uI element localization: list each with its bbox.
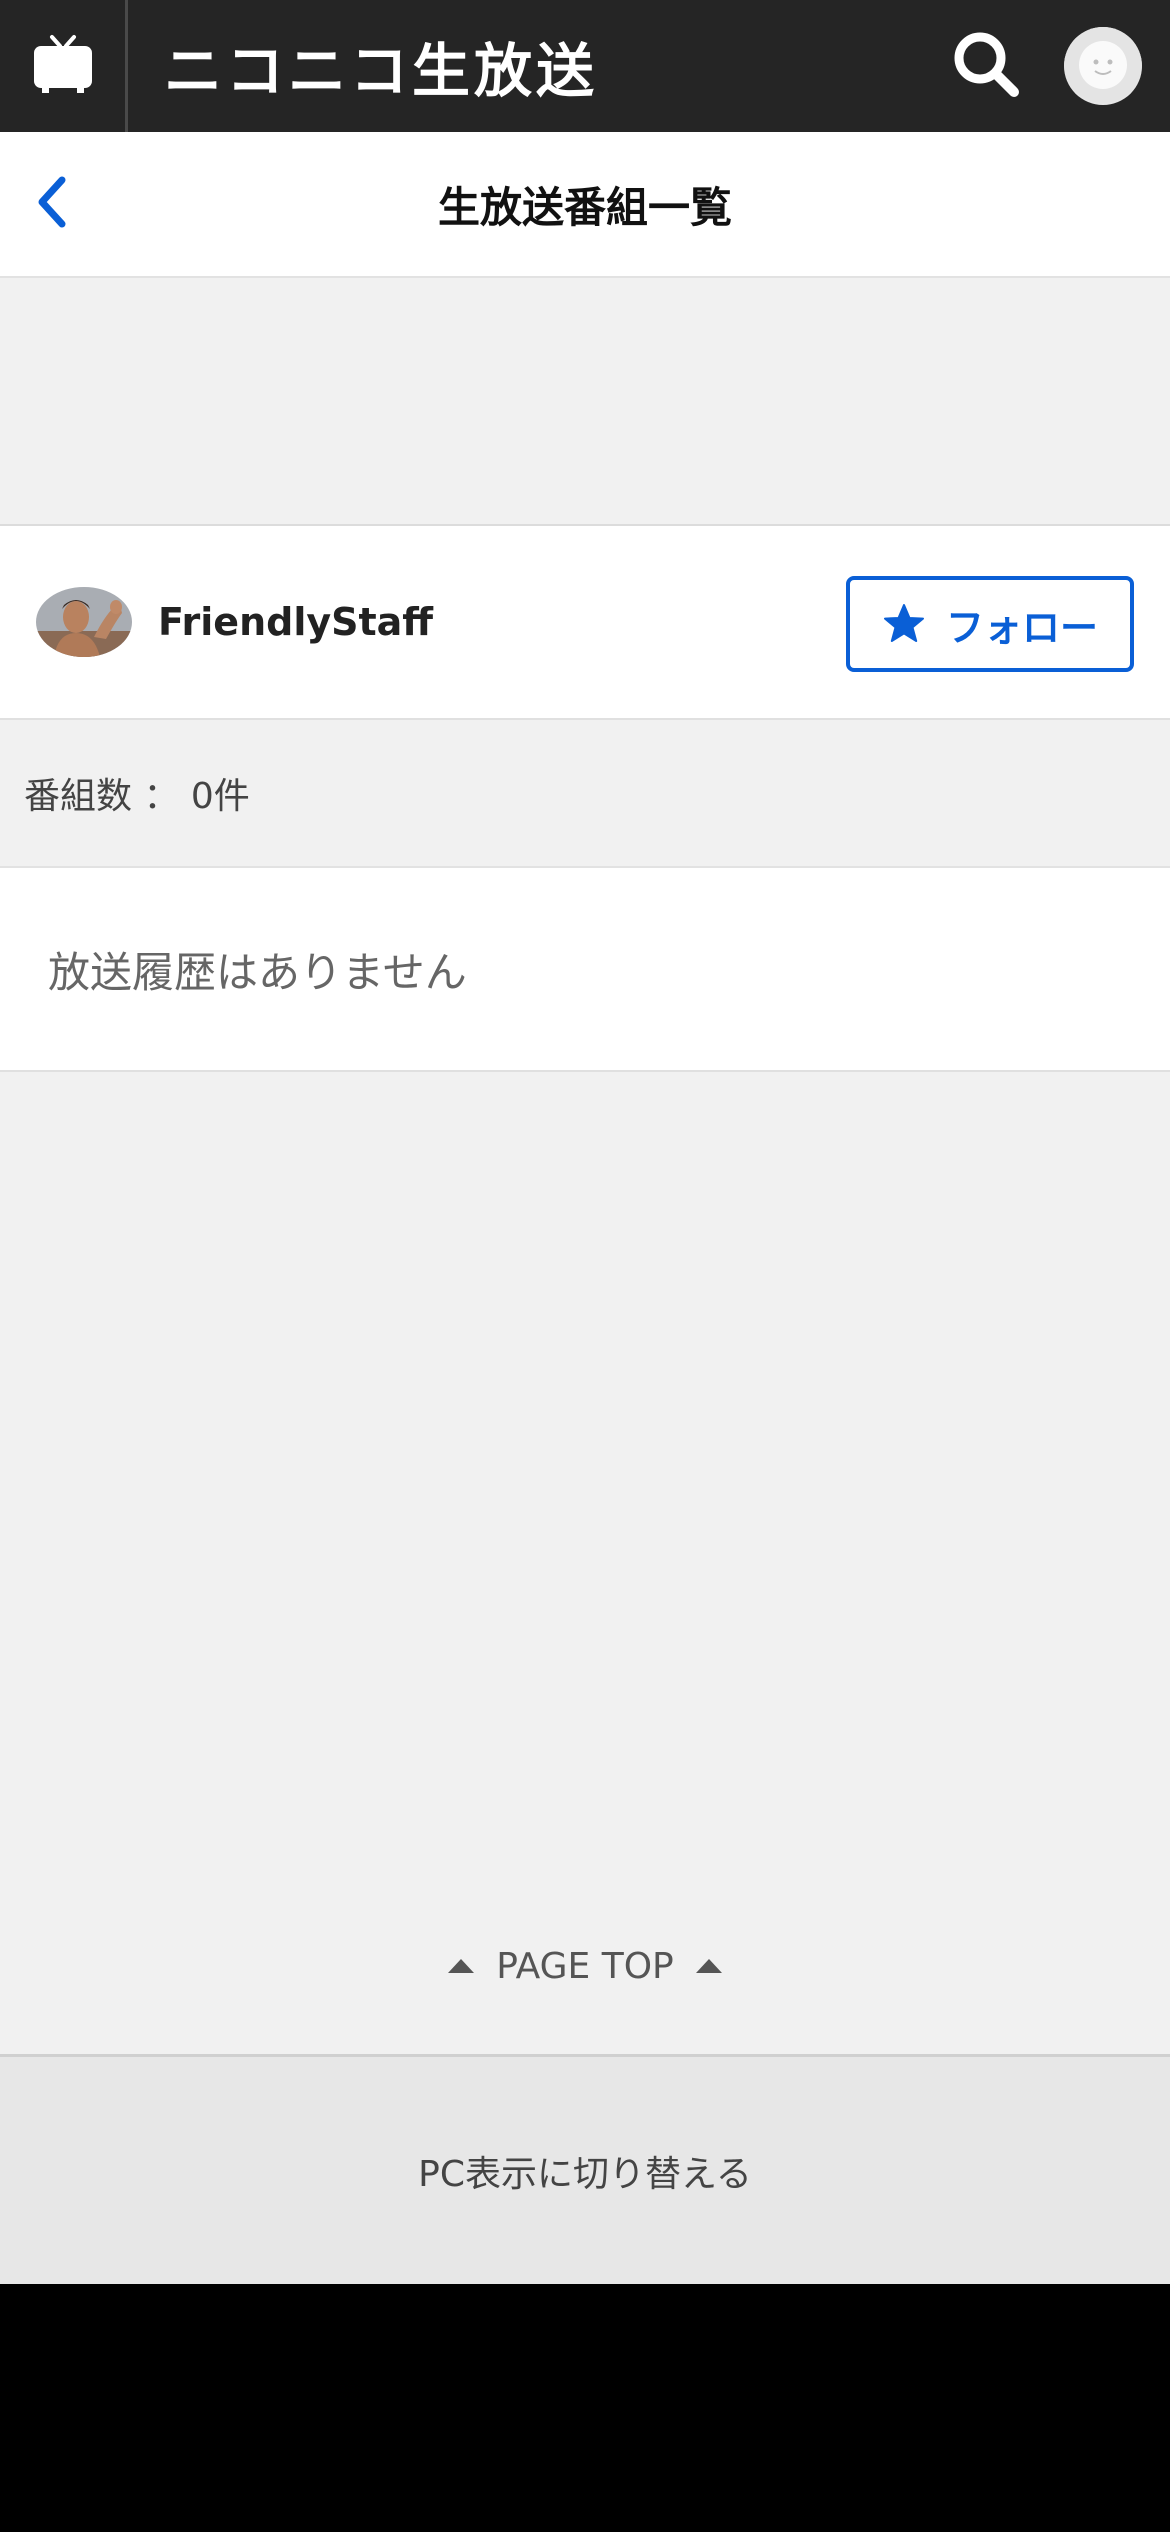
search-icon bbox=[951, 29, 1021, 103]
triangle-up-icon bbox=[695, 1959, 722, 1973]
pc-view-switch-label: PC表示に切り替える bbox=[418, 2153, 752, 2195]
bottom-blank-area bbox=[0, 2284, 1170, 2532]
user-avatar-button[interactable] bbox=[1064, 27, 1142, 105]
main-content: FriendlyStaff フォロー 番組数 ： 0件 放送履歴はありません P… bbox=[0, 278, 1170, 2054]
user-avatar-icon bbox=[1064, 27, 1142, 105]
follow-button[interactable]: フォロー bbox=[846, 576, 1134, 672]
back-button[interactable] bbox=[22, 174, 82, 234]
page-title: 生放送番組一覧 bbox=[437, 182, 732, 232]
star-icon bbox=[882, 603, 926, 645]
site-logo[interactable]: ニコニコ生放送 bbox=[164, 24, 598, 108]
title-bar: 生放送番組一覧 bbox=[0, 132, 1170, 278]
channel-info: FriendlyStaff フォロー bbox=[0, 526, 1170, 720]
page-top-label: PAGE TOP bbox=[496, 1945, 674, 1987]
ad-space bbox=[0, 278, 1170, 526]
program-count: 番組数 ： 0件 bbox=[0, 720, 1170, 868]
channel-avatar[interactable] bbox=[36, 587, 132, 657]
channel-name[interactable]: FriendlyStaff bbox=[158, 600, 433, 644]
triangle-up-icon bbox=[448, 1959, 475, 1973]
follow-button-label: フォロー bbox=[945, 607, 1098, 650]
tv-menu-button[interactable] bbox=[0, 0, 128, 132]
chevron-left-icon bbox=[32, 174, 72, 234]
page-top-link[interactable]: PAGE TOP bbox=[0, 1908, 1170, 2024]
pc-view-switch-button[interactable]: PC表示に切り替える bbox=[0, 2054, 1170, 2284]
app-header: ニコニコ生放送 bbox=[0, 0, 1170, 132]
search-button[interactable] bbox=[942, 22, 1030, 110]
tv-icon bbox=[32, 33, 94, 99]
empty-message: 放送履歴はありません bbox=[0, 868, 1170, 1072]
